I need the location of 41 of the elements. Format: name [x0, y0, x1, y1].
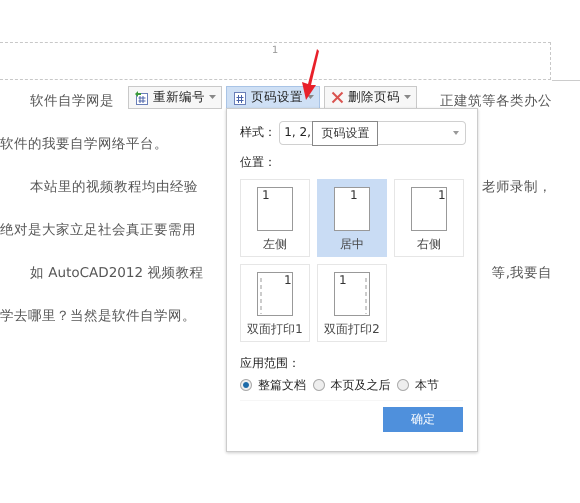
body-text: 软件的我要自学网络平台。: [0, 135, 168, 154]
caret-icon: [404, 95, 411, 100]
hash-page-icon: [233, 90, 247, 104]
radio-button[interactable]: [397, 379, 409, 392]
body-text: 如 AutoCAD2012 视频教程: [30, 264, 204, 284]
field-label: 样式：: [240, 125, 276, 141]
position-option[interactable]: 1 右侧: [394, 178, 464, 257]
position-option[interactable]: 1 双面打印1: [240, 264, 310, 342]
page-thumbnail: 1: [332, 272, 372, 316]
tooltip: 页码设置: [312, 121, 378, 146]
caret-icon: [452, 130, 459, 135]
radio-option[interactable]: 本页及之后: [312, 378, 390, 394]
page-thumbnail: 1: [255, 186, 295, 231]
page-thumbnail: 1: [332, 186, 372, 231]
page-number: 1: [272, 44, 278, 58]
page-thumbnail: 1: [255, 272, 295, 316]
pointer-arrow: [302, 49, 319, 100]
body-text: 等,我要自: [492, 264, 552, 284]
section-label: 位置：: [240, 155, 277, 171]
body-text: 正建筑等各类办公: [440, 92, 552, 112]
position-option[interactable]: 1 居中: [317, 178, 387, 257]
radio-option[interactable]: 本节: [397, 378, 439, 394]
section-label: 应用范围：: [240, 356, 301, 372]
radio-button[interactable]: [312, 379, 324, 392]
renumber-icon: [135, 90, 149, 104]
page-thumbnail: 1: [409, 186, 449, 231]
radio-button[interactable]: [240, 379, 252, 392]
toolbar-button[interactable]: 页码设置: [226, 86, 320, 109]
toolbar-button[interactable]: 重新编号: [128, 86, 222, 109]
delete-icon: [331, 91, 344, 104]
body-text: 本站里的视频教程均由经验: [30, 178, 198, 198]
body-text: 软件自学网是: [30, 92, 114, 112]
caret-icon: [209, 95, 216, 100]
body-text: 学去哪里？当然是软件自学网。: [0, 307, 196, 326]
toolbar-button[interactable]: 删除页码: [324, 86, 417, 109]
position-option[interactable]: 1 左侧: [240, 178, 310, 257]
body-text: 老师录制，: [482, 178, 552, 198]
body-text: 绝对是大家立足社会真正要需用: [0, 221, 196, 240]
style-dropdown[interactable]: 1, 2, 页码设置: [279, 121, 466, 145]
radio-option[interactable]: 整篇文档: [240, 378, 306, 394]
position-option[interactable]: 1 双面打印2: [317, 264, 387, 342]
